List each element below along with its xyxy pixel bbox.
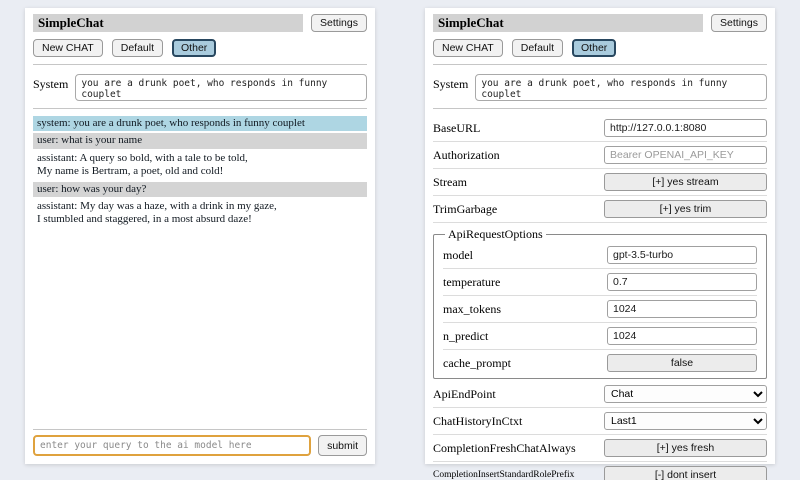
chat-panel-header: SimpleChat Settings (33, 14, 367, 32)
session-button-other[interactable]: Other (572, 39, 616, 57)
setting-row-temperature: temperature (443, 269, 757, 296)
setting-row-baseurl: BaseURL (433, 115, 767, 142)
setting-row-max-tokens: max_tokens (443, 296, 757, 323)
api-endpoint-label: ApiEndPoint (433, 387, 604, 402)
chat-message-assistant: assistant: My day was a haze, with a dri… (33, 199, 367, 228)
temperature-label: temperature (443, 275, 607, 290)
new-chat-button[interactable]: New CHAT (433, 39, 503, 57)
chat-message-assistant: assistant: A query so bold, with a tale … (33, 151, 367, 180)
model-label: model (443, 248, 607, 263)
chat-message-user: user: how was your day? (33, 182, 367, 197)
chat-history-in-ctxt-select[interactable]: Last1 (604, 412, 767, 430)
system-prompt-input[interactable]: you are a drunk poet, who responds in fu… (75, 74, 367, 101)
authorization-label: Authorization (433, 148, 604, 163)
submit-button[interactable]: submit (318, 435, 367, 456)
query-input[interactable] (33, 435, 311, 456)
model-input[interactable] (607, 246, 757, 264)
system-label: System (33, 74, 68, 101)
setting-row-n-predict: n_predict (443, 323, 757, 350)
divider (433, 108, 767, 109)
page: SimpleChat Settings New CHAT Default Oth… (0, 0, 800, 480)
divider (33, 429, 367, 430)
session-button-other[interactable]: Other (172, 39, 216, 57)
completion-insert-standard-role-prefix-toggle-button[interactable]: [-] dont insert (604, 466, 767, 480)
chat-footer: submit (33, 424, 367, 456)
setting-row-trimgarbage: TrimGarbage [+] yes trim (433, 196, 767, 223)
temperature-input[interactable] (607, 273, 757, 291)
settings-panel-header: SimpleChat Settings (433, 14, 767, 32)
app-title: SimpleChat (33, 14, 303, 32)
new-chat-button[interactable]: New CHAT (33, 39, 103, 57)
settings-panel: SimpleChat Settings New CHAT Default Oth… (425, 8, 775, 464)
session-row: New CHAT Default Other (433, 39, 767, 57)
system-prompt-input[interactable]: you are a drunk poet, who responds in fu… (475, 74, 767, 101)
divider (433, 64, 767, 65)
api-endpoint-select[interactable]: Chat (604, 385, 767, 403)
stream-toggle-button[interactable]: [+] yes stream (604, 173, 767, 191)
api-request-options-legend: ApiRequestOptions (445, 227, 546, 242)
system-prompt-row: System you are a drunk poet, who respond… (33, 74, 367, 101)
cache-prompt-toggle-button[interactable]: false (607, 354, 757, 372)
n-predict-label: n_predict (443, 329, 607, 344)
api-request-options-fieldset: ApiRequestOptions model temperature max_… (433, 227, 767, 379)
max-tokens-input[interactable] (607, 300, 757, 318)
session-button-default[interactable]: Default (112, 39, 163, 57)
settings-button[interactable]: Settings (311, 14, 367, 32)
chat-message-system: system: you are a drunk poet, who respon… (33, 116, 367, 131)
completion-fresh-chat-always-label: CompletionFreshChatAlways (433, 441, 604, 456)
divider (33, 108, 367, 109)
system-prompt-row: System you are a drunk poet, who respond… (433, 74, 767, 101)
baseurl-label: BaseURL (433, 121, 604, 136)
setting-row-completion-insert-standard-role-prefix: CompletionInsertStandardRolePrefix [-] d… (433, 462, 767, 480)
session-row: New CHAT Default Other (33, 39, 367, 57)
authorization-input[interactable] (604, 146, 767, 164)
system-label: System (433, 74, 468, 101)
completion-insert-standard-role-prefix-label: CompletionInsertStandardRolePrefix (433, 470, 604, 480)
baseurl-input[interactable] (604, 119, 767, 137)
trimgarbage-toggle-button[interactable]: [+] yes trim (604, 200, 767, 218)
stream-label: Stream (433, 175, 604, 190)
n-predict-input[interactable] (607, 327, 757, 345)
chat-message-user: user: what is your name (33, 133, 367, 148)
setting-row-authorization: Authorization (433, 142, 767, 169)
setting-row-chat-history-in-ctxt: ChatHistoryInCtxt Last1 (433, 408, 767, 435)
settings-list: BaseURL Authorization Stream [+] yes str… (433, 115, 767, 480)
app-title: SimpleChat (433, 14, 703, 32)
setting-row-completion-fresh-chat-always: CompletionFreshChatAlways [+] yes fresh (433, 435, 767, 462)
max-tokens-label: max_tokens (443, 302, 607, 317)
setting-row-cache-prompt: cache_prompt false (443, 350, 757, 376)
setting-row-model: model (443, 242, 757, 269)
setting-row-api-endpoint: ApiEndPoint Chat (433, 381, 767, 408)
trimgarbage-label: TrimGarbage (433, 202, 604, 217)
chat-panel: SimpleChat Settings New CHAT Default Oth… (25, 8, 375, 464)
settings-button[interactable]: Settings (711, 14, 767, 32)
query-row: submit (33, 435, 367, 456)
session-button-default[interactable]: Default (512, 39, 563, 57)
setting-row-stream: Stream [+] yes stream (433, 169, 767, 196)
completion-fresh-chat-always-toggle-button[interactable]: [+] yes fresh (604, 439, 767, 457)
cache-prompt-label: cache_prompt (443, 356, 607, 371)
divider (33, 64, 367, 65)
chat-message-list: system: you are a drunk poet, who respon… (33, 116, 367, 230)
chat-history-in-ctxt-label: ChatHistoryInCtxt (433, 414, 604, 429)
